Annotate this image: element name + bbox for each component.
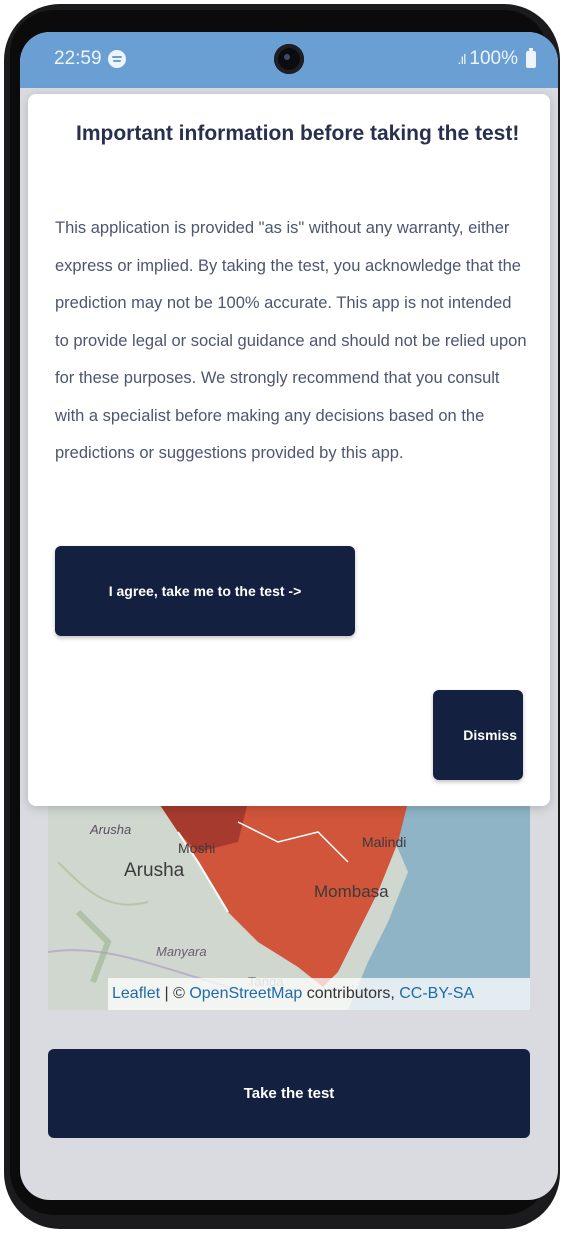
attribution-contributors: contributors, — [302, 985, 400, 1002]
disclaimer-modal: Important information before taking the … — [28, 94, 550, 806]
modal-title: Important information before taking the … — [76, 122, 520, 145]
status-time: 22:59 — [54, 48, 102, 69]
openstreetmap-link[interactable]: OpenStreetMap — [189, 985, 302, 1002]
dismiss-button[interactable]: Dismiss — [433, 690, 523, 780]
modal-body: This application is provided "as is" wit… — [55, 219, 527, 462]
map-label-malindi: Malindi — [362, 834, 407, 850]
battery-percent: 100% — [469, 48, 518, 69]
battery-icon — [526, 47, 536, 68]
agree-button[interactable]: I agree, take me to the test -> — [55, 546, 355, 636]
signal-icon: .ıl — [457, 51, 467, 67]
license-link[interactable]: CC-BY-SA — [399, 985, 474, 1002]
status-right-group: .ıl 100% — [457, 47, 536, 70]
attribution-separator: | © — [160, 985, 190, 1002]
map-label-manyara: Manyara — [156, 944, 207, 959]
app-screen: 22:59 .ıl 100% Arusha Moshi Arusha Manya… — [20, 32, 558, 1200]
take-test-button[interactable]: Take the test — [48, 1049, 530, 1138]
map-label-arusha-small: Arusha — [90, 822, 132, 837]
map-attribution: Leaflet | © OpenStreetMap contributors, … — [108, 978, 530, 1010]
leaflet-link[interactable]: Leaflet — [112, 985, 160, 1002]
camera-cutout — [274, 44, 304, 74]
status-time-group: 22:59 — [54, 48, 126, 70]
map-label-moshi: Moshi — [178, 840, 216, 856]
map-label-arusha: Arusha — [124, 860, 185, 881]
status-bar: 22:59 .ıl 100% — [20, 32, 558, 88]
spotify-icon — [107, 50, 126, 68]
map-label-mombasa: Mombasa — [314, 882, 389, 901]
